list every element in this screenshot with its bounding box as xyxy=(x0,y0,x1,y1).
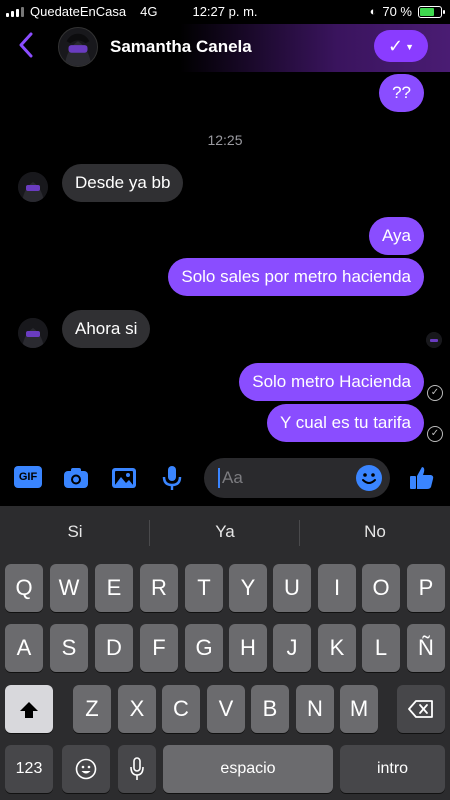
suggestion-item[interactable]: Si xyxy=(0,522,150,542)
message-bubble-outgoing[interactable]: Solo sales por metro hacienda xyxy=(168,258,424,296)
space-key[interactable]: espacio xyxy=(163,745,333,793)
numbers-key[interactable]: 123 xyxy=(5,745,53,793)
key-o[interactable]: O xyxy=(362,564,400,612)
chevron-left-icon xyxy=(19,32,33,58)
key-e[interactable]: E xyxy=(95,564,133,612)
message-input-placeholder: Aa xyxy=(222,468,243,487)
key-r[interactable]: R xyxy=(140,564,178,612)
key-k[interactable]: K xyxy=(318,624,356,672)
key-z[interactable]: Z xyxy=(73,685,111,733)
caret-down-icon: ▼ xyxy=(405,42,414,53)
key-t[interactable]: T xyxy=(185,564,223,612)
contact-avatar-image xyxy=(426,332,442,348)
message-bubble-incoming[interactable]: Desde ya bb xyxy=(62,164,184,202)
key-p[interactable]: P xyxy=(407,564,445,612)
contact-avatar-image xyxy=(59,28,97,66)
message-bubble-outgoing[interactable]: Y cual es tu tarifa xyxy=(266,404,424,442)
key-y[interactable]: Y xyxy=(229,564,267,612)
key-w[interactable]: W xyxy=(50,564,88,612)
key-g[interactable]: G xyxy=(185,624,223,672)
key-c[interactable]: C xyxy=(162,685,200,733)
contact-name[interactable]: Samantha Canela xyxy=(110,37,252,57)
gallery-button[interactable] xyxy=(110,464,138,492)
key-s[interactable]: S xyxy=(50,624,88,672)
backspace-key[interactable] xyxy=(397,685,445,733)
message-bubble-outgoing[interactable]: Aya xyxy=(369,217,424,255)
key-n[interactable]: N xyxy=(296,685,334,733)
key-i[interactable]: I xyxy=(318,564,356,612)
like-button[interactable] xyxy=(408,464,436,492)
key-b[interactable]: B xyxy=(251,685,289,733)
status-dropdown-button[interactable]: ✓ ▼ xyxy=(374,30,428,62)
key-n-tilde[interactable]: Ñ xyxy=(407,624,445,672)
camera-icon xyxy=(64,468,88,488)
message-bubble-outgoing[interactable]: ?? xyxy=(379,74,424,112)
key-l[interactable]: L xyxy=(362,624,400,672)
emoji-button[interactable] xyxy=(356,465,382,491)
suggestion-item[interactable]: Ya xyxy=(150,522,300,542)
camera-button[interactable] xyxy=(62,464,90,492)
battery-percent: 70 % xyxy=(382,4,412,19)
key-v[interactable]: V xyxy=(207,685,245,733)
key-h[interactable]: H xyxy=(229,624,267,672)
voice-message-button[interactable] xyxy=(158,464,186,492)
delivered-check-icon: ✓ xyxy=(427,426,443,442)
key-d[interactable]: D xyxy=(95,624,133,672)
key-u[interactable]: U xyxy=(273,564,311,612)
key-f[interactable]: F xyxy=(140,624,178,672)
message-bubble-outgoing[interactable]: Solo metro Hacienda xyxy=(239,363,424,401)
avatar[interactable] xyxy=(58,27,98,67)
status-bar: QuedateEnCasa 4G 12:27 p. m. ◐ 70 % xyxy=(0,0,450,24)
timestamp-divider: 12:25 xyxy=(207,132,243,148)
smiley-icon xyxy=(362,473,376,484)
message-bubble-incoming[interactable]: Ahora si xyxy=(62,310,151,348)
dictation-key[interactable] xyxy=(118,745,156,793)
emoji-key[interactable] xyxy=(62,745,110,793)
battery-icon xyxy=(418,5,445,18)
message-composer: GIF Aa xyxy=(0,452,450,504)
avatar[interactable] xyxy=(18,318,48,348)
chat-header: Samantha Canela ✓ ▼ xyxy=(0,24,450,72)
text-cursor xyxy=(218,468,220,488)
key-x[interactable]: X xyxy=(118,685,156,733)
return-key[interactable]: intro xyxy=(340,745,445,793)
key-q[interactable]: Q xyxy=(5,564,43,612)
suggestion-bar: Si Ya No xyxy=(0,506,450,558)
image-icon xyxy=(112,468,136,488)
microphone-icon xyxy=(162,466,182,490)
suggestion-item[interactable]: No xyxy=(300,522,450,542)
delivered-check-icon: ✓ xyxy=(427,385,443,401)
backspace-icon xyxy=(408,699,433,718)
contact-avatar-image xyxy=(18,172,48,202)
key-j[interactable]: J xyxy=(273,624,311,672)
contact-avatar-image xyxy=(18,318,48,348)
shift-key[interactable] xyxy=(5,685,53,733)
rotation-lock-icon: ◐ xyxy=(369,5,377,18)
thumbs-up-icon xyxy=(410,467,434,489)
key-a[interactable]: A xyxy=(5,624,43,672)
gif-button[interactable]: GIF xyxy=(14,466,42,488)
onscreen-keyboard: Si Ya No Q W E R T Y U I O P A S D F G H… xyxy=(0,506,450,800)
back-button[interactable] xyxy=(18,32,34,64)
emoji-icon xyxy=(75,758,97,780)
message-input[interactable]: Aa xyxy=(204,458,390,498)
shift-arrow-icon xyxy=(20,702,38,719)
seen-indicator-avatar xyxy=(426,332,442,348)
key-m[interactable]: M xyxy=(340,685,378,733)
microphone-icon xyxy=(130,756,144,780)
avatar[interactable] xyxy=(18,172,48,202)
checkmark-icon: ✓ xyxy=(387,36,404,56)
